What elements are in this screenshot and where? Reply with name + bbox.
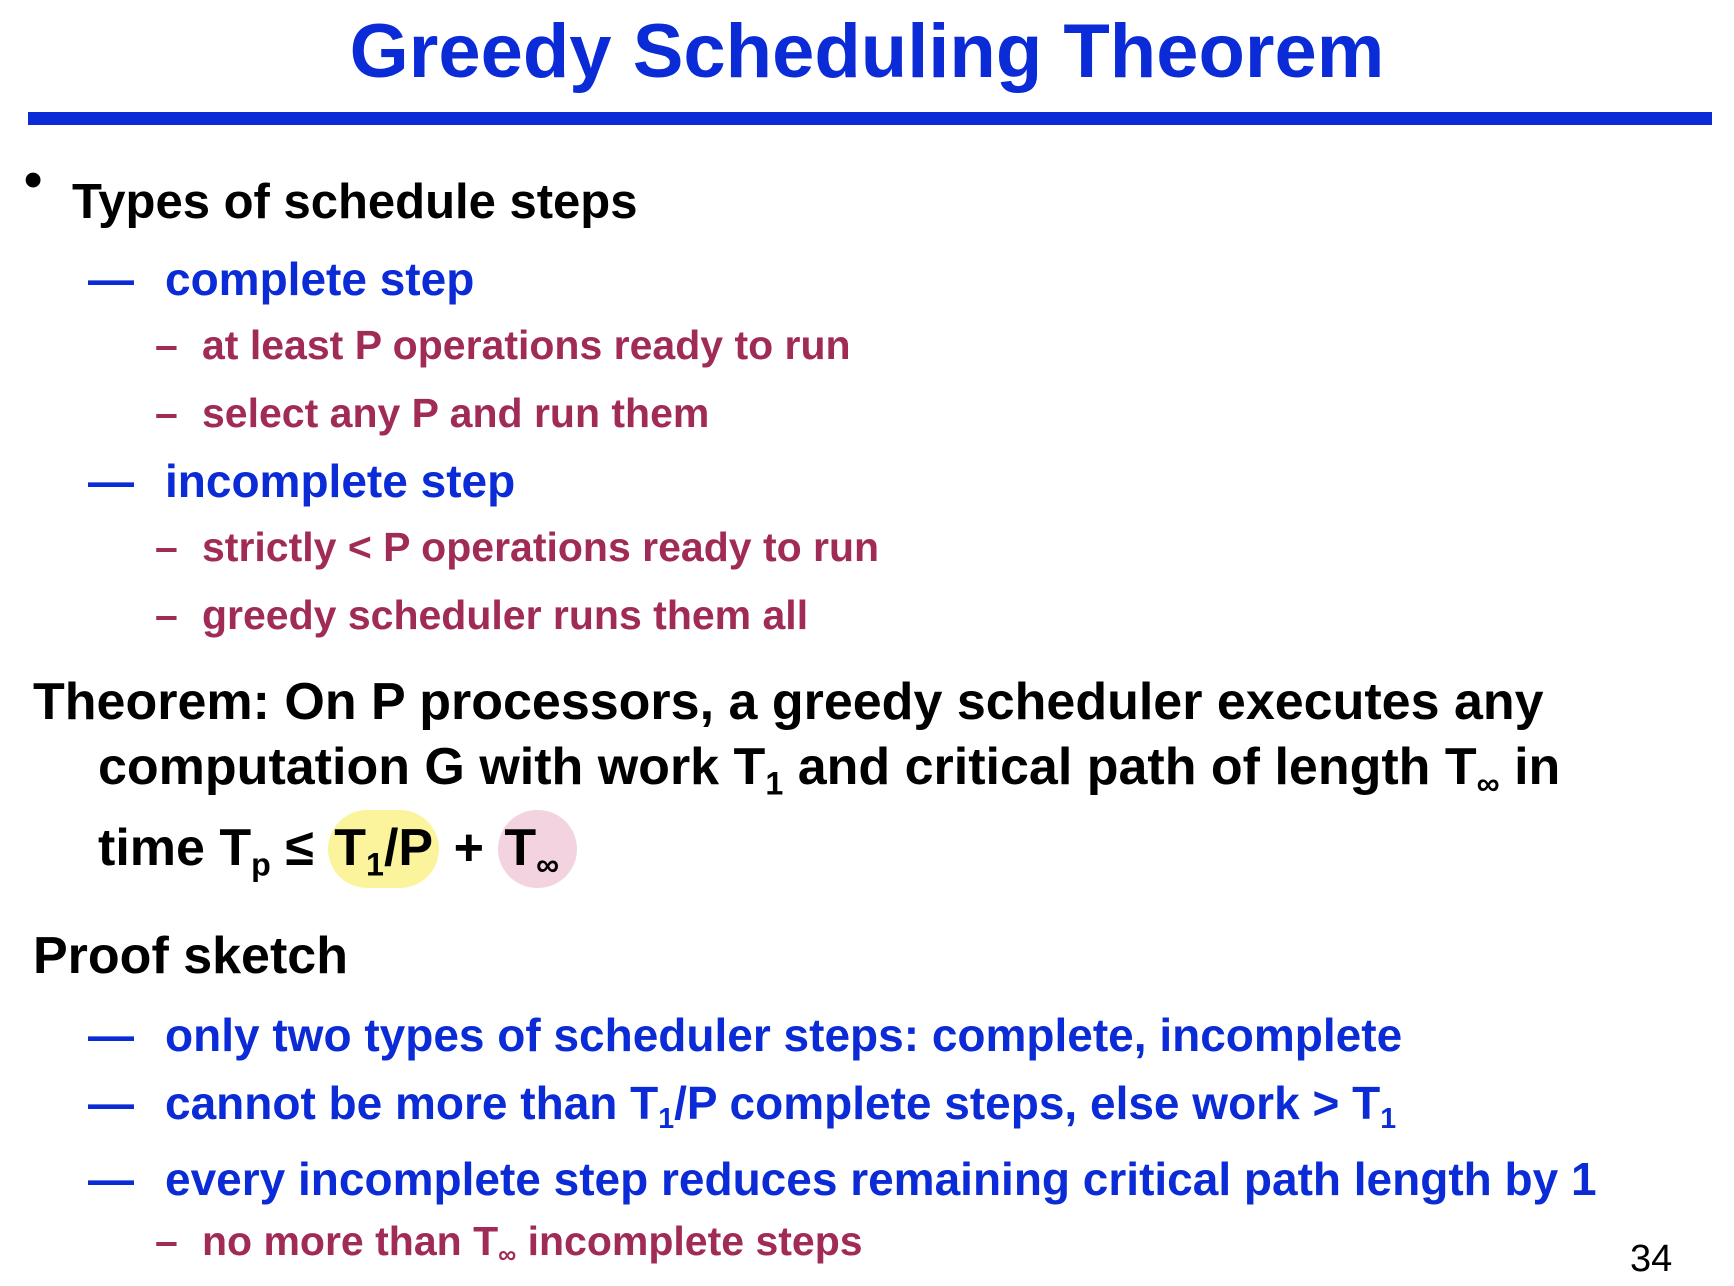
dash-icon: —	[88, 1153, 134, 1205]
highlight-span-term: T∞	[498, 810, 578, 888]
list-item-complete-step: complete step	[165, 253, 475, 305]
theorem-line-1: Theorem: On P processors, a greedy sched…	[33, 673, 1544, 731]
dash-icon: —	[88, 455, 134, 507]
sub-item: strictly < P operations ready to run	[202, 524, 880, 570]
proof-item: only two types of scheduler steps: compl…	[165, 1009, 1403, 1061]
dash-icon: —	[88, 253, 134, 305]
dash-icon: –	[155, 390, 178, 436]
proof-item: every incomplete step reduces remaining …	[165, 1153, 1597, 1205]
title-underline	[28, 112, 1712, 125]
section-heading: Types of schedule steps	[72, 175, 638, 229]
sub-item: greedy scheduler runs them all	[202, 592, 809, 638]
page-number: 34	[1630, 1238, 1673, 1280]
theorem-line-3: time Tp ≤ T1/P + T∞	[98, 810, 578, 888]
proof-heading: Proof sketch	[33, 927, 348, 985]
slide-title: Greedy Scheduling Theorem	[349, 9, 1385, 94]
proof-item: cannot be more than T1/P complete steps,…	[165, 1077, 1397, 1136]
dash-icon: –	[155, 592, 178, 638]
list-item-incomplete-step: incomplete step	[165, 455, 516, 507]
highlight-work-term: T1/P	[328, 810, 440, 888]
dash-icon: —	[88, 1077, 134, 1129]
sub-item: select any P and run them	[202, 390, 710, 436]
sub-item: at least P operations ready to run	[202, 322, 851, 368]
dash-icon: –	[155, 1218, 178, 1264]
bullet-icon: •	[24, 151, 43, 209]
proof-sub-item: no more than T∞ incomplete steps	[202, 1218, 863, 1270]
theorem-line-2: computation G with work T1 and critical …	[98, 738, 1561, 802]
dash-icon: —	[88, 1009, 134, 1061]
dash-icon: –	[155, 524, 178, 570]
dash-icon: –	[155, 322, 178, 368]
